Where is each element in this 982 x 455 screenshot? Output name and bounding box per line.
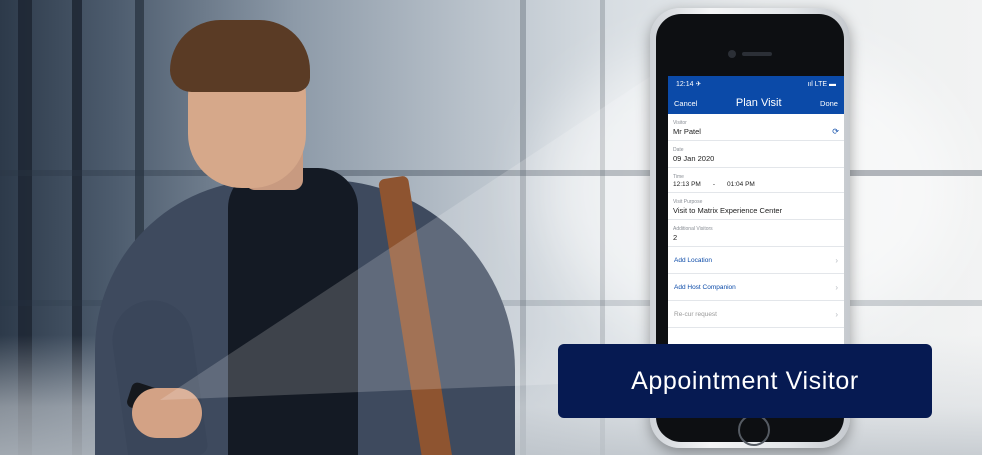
- additional-visitors-field[interactable]: Additional Visitors 2: [668, 220, 844, 247]
- visitor-label: Visitor: [673, 120, 687, 126]
- date-label: Date: [673, 147, 684, 153]
- additional-visitors-value: 2: [673, 233, 678, 242]
- time-start[interactable]: 12:13 PM: [673, 181, 701, 188]
- purpose-field[interactable]: Visit Purpose Visit to Matrix Experience…: [668, 193, 844, 220]
- status-time: 12:14 ✈: [676, 81, 702, 88]
- cancel-button[interactable]: Cancel: [674, 99, 697, 108]
- speaker-grille: [742, 52, 772, 56]
- person-sweater: [228, 168, 358, 455]
- additional-visitors-label: Additional Visitors: [673, 226, 713, 232]
- time-field[interactable]: Time 12:13 PM - 01:04 PM: [668, 168, 844, 193]
- purpose-value: Visit to Matrix Experience Center: [673, 206, 783, 215]
- caption-text: Appointment Visitor: [631, 366, 859, 395]
- date-value: 09 Jan 2020: [673, 154, 715, 163]
- time-end[interactable]: 01:04 PM: [727, 181, 755, 188]
- nav-bar: Cancel Plan Visit Done: [668, 92, 844, 114]
- camera-icon: [728, 50, 736, 58]
- add-location-row[interactable]: Add Location ›: [668, 247, 844, 274]
- date-field[interactable]: Date 09 Jan 2020: [668, 141, 844, 168]
- caption-banner: Appointment Visitor: [558, 344, 932, 418]
- visitor-field[interactable]: Visitor Mr Patel ⟳: [668, 114, 844, 141]
- status-signal: ııl LTE ▬: [807, 80, 836, 88]
- page-title: Plan Visit: [735, 97, 782, 109]
- home-button[interactable]: [738, 414, 770, 446]
- partial-row-label: Re-cur request: [674, 310, 717, 318]
- visitor-value: Mr Patel: [673, 127, 701, 136]
- time-separator: -: [712, 181, 715, 188]
- add-host-companion-row[interactable]: Add Host Companion ›: [668, 274, 844, 301]
- chevron-right-icon: ›: [835, 282, 838, 292]
- person-hand: [132, 388, 202, 438]
- chevron-right-icon: ›: [835, 309, 838, 319]
- chevron-right-icon: ›: [835, 255, 838, 265]
- time-label: Time: [673, 174, 684, 180]
- purpose-label: Visit Purpose: [673, 199, 703, 205]
- done-button[interactable]: Done: [820, 99, 838, 108]
- person-hair: [170, 20, 310, 92]
- add-location-label: Add Location: [674, 256, 712, 264]
- status-bar: 12:14 ✈ ııl LTE ▬: [668, 76, 844, 92]
- partial-row[interactable]: Re-cur request ›: [668, 301, 844, 328]
- hero-scene: 12:14 ✈ ııl LTE ▬ Cancel Plan Visit Done…: [0, 0, 982, 455]
- sync-icon[interactable]: ⟳: [832, 127, 839, 136]
- add-host-companion-label: Add Host Companion: [674, 283, 736, 291]
